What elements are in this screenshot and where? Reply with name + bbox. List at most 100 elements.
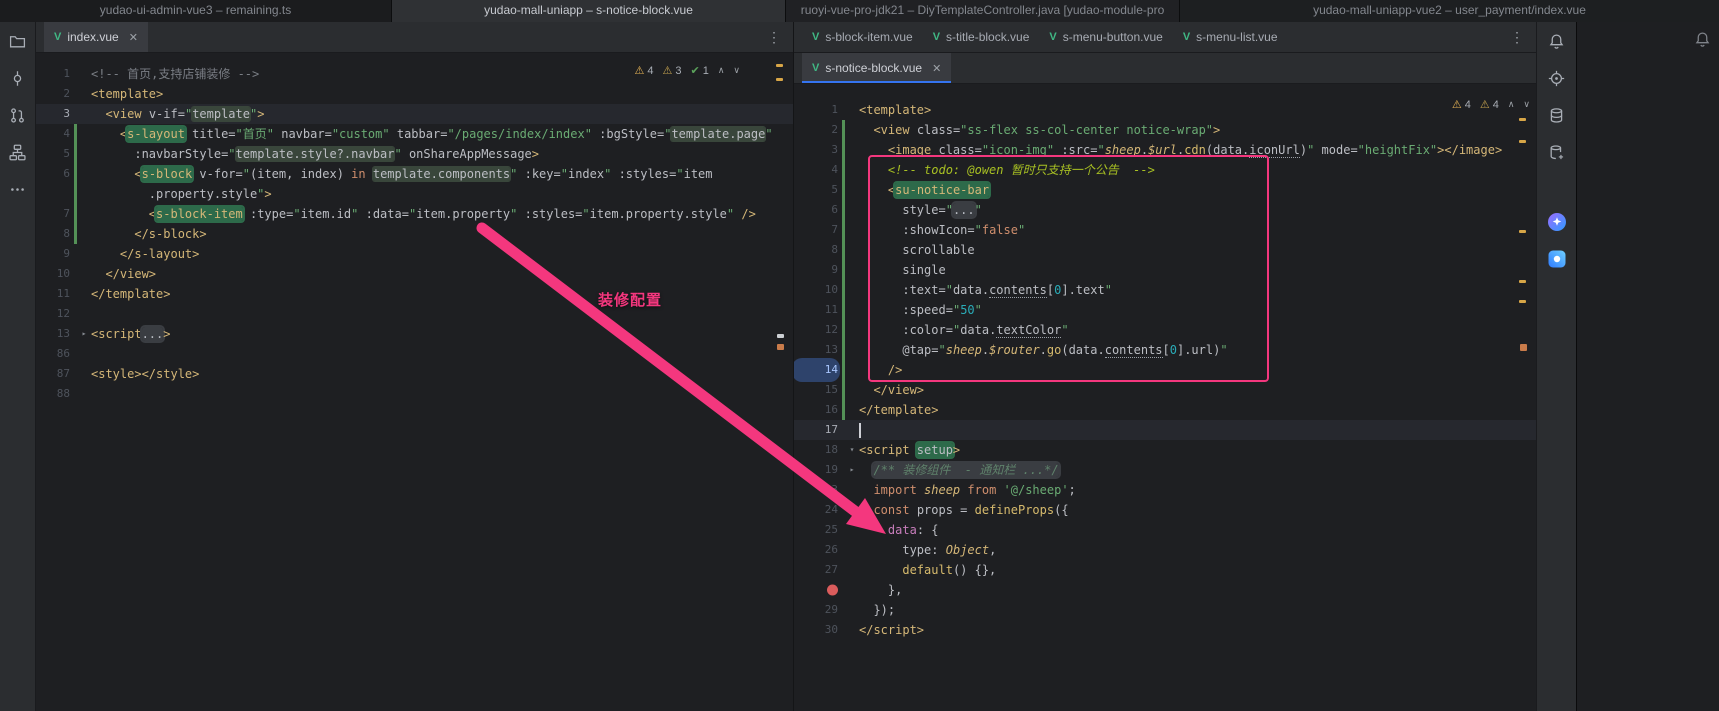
prev-issue-icon[interactable]: ∧	[718, 65, 725, 76]
code-line[interactable]: 18 ▾<script setup>	[794, 440, 1536, 460]
scrollbar-mark[interactable]	[1519, 118, 1526, 121]
scrollbar-mark[interactable]	[1519, 280, 1526, 283]
code-text[interactable]: <!-- todo: @owen 暂时只支持一个公告 -->	[859, 160, 1536, 180]
line-number[interactable]: 13	[36, 324, 70, 344]
tab-s-menu-button-vue[interactable]: Vs-menu-button.vue	[1039, 22, 1172, 52]
code-line[interactable]: 10 </view>	[36, 264, 793, 284]
code-text[interactable]: :speed="50"	[859, 300, 1536, 320]
code-line[interactable]: 19▸ /** 装修组件 - 通知栏 ...*/	[794, 460, 1536, 480]
code-line[interactable]: 2 <view class="ss-flex ss-col-center not…	[794, 120, 1536, 140]
next-issue-icon[interactable]: ∨	[1523, 99, 1530, 110]
code-line[interactable]: 10 :text="data.contents[0].text"	[794, 280, 1536, 300]
code-line[interactable]: 26 type: Object,	[794, 540, 1536, 560]
line-number[interactable]: 5	[794, 180, 838, 200]
window-title-1[interactable]: yudao-ui-admin-vue3 – remaining.ts	[0, 0, 392, 22]
inspection-widget[interactable]: ⚠4⚠4∧∨	[1452, 98, 1530, 111]
line-number[interactable]: 19	[794, 460, 838, 480]
code-text[interactable]: </view>	[91, 264, 793, 284]
code-text[interactable]: :showIcon="false"	[859, 220, 1536, 240]
inspection-widget[interactable]: ⚠4⚠3✔1∧∨	[634, 64, 740, 77]
code-text[interactable]	[91, 304, 793, 324]
code-line[interactable]: 11</template>	[36, 284, 793, 304]
line-number[interactable]: 15	[794, 380, 838, 400]
code-text[interactable]: :navbarStyle="template.style?.navbar" on…	[91, 144, 793, 164]
gutter[interactable]: 2	[794, 120, 859, 140]
line-number[interactable]: 25	[794, 520, 838, 540]
gutter[interactable]: 4	[36, 124, 91, 144]
gutter[interactable]	[36, 184, 91, 204]
code-line[interactable]: 4 <s-layout title="首页" navbar="custom" t…	[36, 124, 793, 144]
line-number[interactable]: 18	[794, 440, 838, 460]
gutter[interactable]: 2	[36, 84, 91, 104]
line-number[interactable]: 7	[794, 220, 838, 240]
scrollbar-mark[interactable]	[777, 344, 784, 350]
line-number[interactable]: 17	[794, 420, 838, 440]
tab-s-notice-block-vue[interactable]: V s-notice-block.vue ✕	[802, 53, 951, 83]
code-line[interactable]: 27 default() {},	[794, 560, 1536, 580]
code-text[interactable]: </view>	[859, 380, 1536, 400]
code-text[interactable]: <s-layout title="首页" navbar="custom" tab…	[91, 124, 793, 144]
code-line[interactable]: 1<template>	[794, 100, 1536, 120]
line-number[interactable]: 14	[794, 360, 838, 380]
code-line[interactable]: 17	[794, 420, 1536, 440]
line-number[interactable]: 12	[794, 320, 838, 340]
code-line[interactable]: 87<style></style>	[36, 364, 793, 384]
locate-icon[interactable]	[1546, 67, 1568, 89]
code-text[interactable]: />	[859, 360, 1536, 380]
fold-marker-icon[interactable]: ▾	[845, 440, 859, 460]
code-text[interactable]: default() {},	[859, 560, 1536, 580]
commit-icon[interactable]	[7, 67, 29, 89]
code-text[interactable]: </template>	[859, 400, 1536, 420]
code-text[interactable]: .property.style">	[91, 184, 793, 204]
gutter[interactable]: 13▸	[36, 324, 91, 344]
gutter[interactable]: 11	[794, 300, 859, 320]
code-line[interactable]: 4 <!-- todo: @owen 暂时只支持一个公告 -->	[794, 160, 1536, 180]
notifications-bell-icon[interactable]	[1546, 30, 1568, 52]
line-number[interactable]: 27	[794, 560, 838, 580]
gutter[interactable]: 88	[36, 384, 91, 404]
line-number[interactable]: 1	[36, 64, 70, 84]
scrollbar-mark[interactable]	[1519, 140, 1526, 143]
code-text[interactable]	[91, 384, 793, 404]
ai-assistant-icon[interactable]	[1546, 211, 1568, 233]
line-number[interactable]: 5	[36, 144, 70, 164]
line-number[interactable]: 10	[794, 280, 838, 300]
code-text[interactable]	[859, 420, 1536, 440]
line-number[interactable]: 11	[36, 284, 70, 304]
code-line[interactable]: 13 @tap="sheep.$router.go(data.contents[…	[794, 340, 1536, 360]
gutter[interactable]: 6	[36, 164, 91, 184]
code-text[interactable]: import sheep from '@/sheep';	[859, 480, 1536, 500]
close-icon[interactable]: ✕	[932, 62, 941, 75]
line-number[interactable]: 86	[36, 344, 70, 364]
inspection-ok[interactable]: ✔1	[690, 64, 708, 77]
window-title-2[interactable]: yudao-mall-uniapp – s-notice-block.vue	[392, 0, 786, 22]
line-number[interactable]: 23	[794, 480, 838, 500]
tab-s-title-block-vue[interactable]: Vs-title-block.vue	[923, 22, 1040, 52]
inspection-weak-warning[interactable]: ⚠3	[662, 64, 681, 77]
gutter[interactable]: 8	[794, 240, 859, 260]
project-folder-icon[interactable]	[7, 30, 29, 52]
plugin-assistant-icon[interactable]	[1546, 248, 1568, 270]
line-number[interactable]: 1	[794, 100, 838, 120]
code-text[interactable]: single	[859, 260, 1536, 280]
gutter[interactable]: 10	[794, 280, 859, 300]
right-code-editor[interactable]: 1<template>2 <view class="ss-flex ss-col…	[794, 84, 1536, 711]
code-line[interactable]: 25 data: {	[794, 520, 1536, 540]
line-number[interactable]: 8	[36, 224, 70, 244]
code-text[interactable]: <script setup>	[859, 440, 1536, 460]
line-number[interactable]: 7	[36, 204, 70, 224]
code-text[interactable]: @tap="sheep.$router.go(data.contents[0].…	[859, 340, 1536, 360]
code-text[interactable]: :text="data.contents[0].text"	[859, 280, 1536, 300]
scrollbar-mark[interactable]	[776, 78, 783, 81]
left-code-editor[interactable]: 1<!-- 首页,支持店铺装修 -->2<template>3 <view v-…	[36, 53, 793, 711]
code-line[interactable]: 5 <su-notice-bar	[794, 180, 1536, 200]
database-icon[interactable]	[1546, 104, 1568, 126]
line-number[interactable]: 2	[794, 120, 838, 140]
code-line[interactable]: 14 />	[794, 360, 1536, 380]
gutter[interactable]: 6	[794, 200, 859, 220]
tab-index-vue[interactable]: V index.vue ✕	[44, 22, 148, 52]
tab-s-block-item-vue[interactable]: Vs-block-item.vue	[802, 22, 923, 52]
code-text[interactable]: data: {	[859, 520, 1536, 540]
line-number[interactable]: 13	[794, 340, 838, 360]
notifications-bell-icon[interactable]	[1691, 28, 1713, 50]
